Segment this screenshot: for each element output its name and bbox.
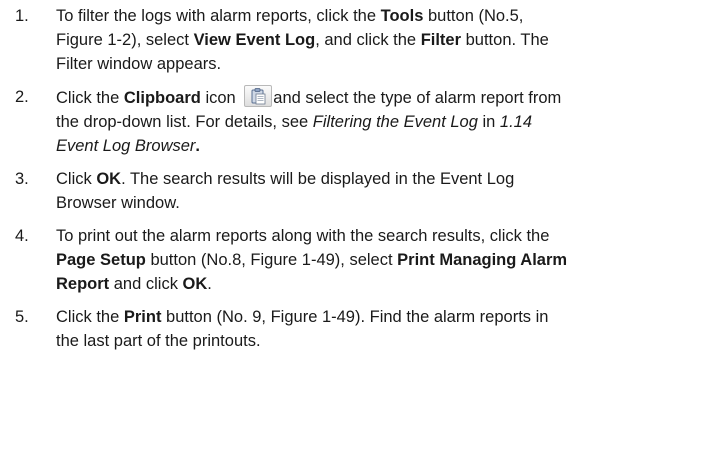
step-text-line: Page Setup button (No.8, Figure 1-49), s… — [56, 251, 568, 269]
step-4: 4. To print out the alarm reports along … — [0, 224, 715, 296]
step-number: 5. — [15, 308, 29, 326]
step-number: 3. — [15, 170, 29, 188]
print-managing-alarm-ref: Print Managing Alarm — [397, 251, 568, 269]
filter-button-ref: Filter — [420, 31, 462, 49]
step-1: 1. To filter the logs with alarm reports… — [0, 4, 715, 76]
step-number: 4. — [15, 227, 29, 245]
step-text-line: To filter the logs with alarm reports, c… — [56, 7, 524, 25]
section-number-ref: 1.14 — [499, 113, 533, 131]
clipboard-icon — [244, 85, 273, 107]
step-text-line: Report and click OK. — [56, 275, 212, 293]
step-text-line: Click the Clipboard icon and select the … — [56, 85, 701, 110]
view-event-log-ref: View Event Log — [193, 31, 316, 49]
step-text-line: Filter window appears. — [56, 55, 222, 73]
step-text-line: To print out the alarm reports along wit… — [56, 227, 550, 245]
step-text-line: Event Log Browser. — [56, 137, 200, 155]
step-5: 5. Click the Print button (No. 9, Figure… — [0, 305, 715, 353]
ok-button-ref: OK — [182, 275, 208, 293]
ok-button-ref: OK — [96, 170, 122, 188]
step-text-line: the last part of the printouts. — [56, 332, 261, 350]
filtering-event-log-ref: Filtering the Event Log — [312, 113, 478, 131]
step-text-line: Click the Print button (No. 9, Figure 1-… — [56, 308, 549, 326]
step-number: 1. — [15, 7, 29, 25]
step-3: 3. Click OK. The search results will be … — [0, 167, 715, 215]
instruction-document: 1. To filter the logs with alarm reports… — [0, 0, 715, 452]
step-text-line: the drop-down list. For details, see Fil… — [56, 113, 533, 131]
event-log-browser-ref: Event Log Browser — [56, 137, 196, 155]
step-number: 2. — [15, 88, 29, 106]
step-text-line: Click OK. The search results will be dis… — [56, 170, 515, 188]
page-setup-button-ref: Page Setup — [56, 251, 146, 269]
tools-button-ref: Tools — [380, 7, 424, 25]
step-2: 2. Click the Clipboard icon and select t… — [0, 85, 715, 158]
print-button-ref: Print — [123, 308, 162, 326]
step-text-line: Figure 1-2), select View Event Log, and … — [56, 31, 549, 49]
clipboard-ref: Clipboard — [123, 89, 201, 107]
step-text-line: Browser window. — [56, 194, 180, 212]
